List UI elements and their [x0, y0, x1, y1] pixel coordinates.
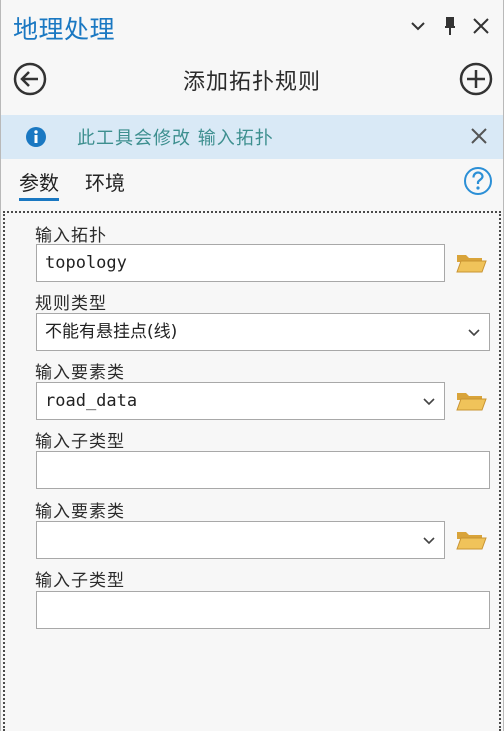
folder-browse-icon[interactable] — [455, 388, 487, 414]
input-subtype-field[interactable] — [36, 451, 490, 489]
pin-icon[interactable] — [437, 13, 463, 39]
tool-header: 添加拓扑规则 — [1, 56, 503, 114]
close-icon[interactable] — [468, 13, 494, 39]
banner-message: 此工具会修改 输入拓扑 — [77, 128, 274, 149]
input-feature-class-value: road_data — [45, 391, 138, 411]
rule-type-value: 不能有悬挂点(线) — [45, 322, 178, 342]
back-arrow-icon[interactable] — [13, 62, 47, 96]
param-label-rule-type: 规则类型 — [35, 294, 107, 314]
tool-title: 添加拓扑规则 — [182, 70, 321, 95]
pane-title-bar: 地理处理 — [1, 0, 503, 56]
chevron-down-icon — [423, 537, 435, 545]
geoprocessing-pane: 地理处理 添加拓扑规则 此工具会修改 输入拓扑 参数 环境 输入拓扑 topol… — [0, 0, 504, 731]
chevron-down-icon — [423, 398, 435, 406]
param-label-input-subtype-2: 输入子类型 — [35, 571, 125, 591]
folder-browse-icon[interactable] — [455, 250, 487, 276]
input-topology-value: topology — [45, 253, 127, 273]
plus-icon[interactable] — [459, 62, 493, 96]
folder-browse-icon[interactable] — [455, 527, 487, 553]
chevron-down-icon — [468, 329, 480, 337]
tab-parameters[interactable]: 参数 — [19, 167, 59, 201]
parameters-panel: 输入拓扑 topology 规则类型 不能有悬挂点(线) 输入要素类 road_… — [3, 211, 501, 731]
help-icon[interactable] — [463, 166, 493, 196]
param-label-input-subtype: 输入子类型 — [35, 432, 125, 452]
rule-type-select[interactable]: 不能有悬挂点(线) — [36, 313, 490, 351]
param-label-input-feature-class: 输入要素类 — [35, 363, 125, 383]
info-icon — [25, 126, 47, 148]
tab-environments[interactable]: 环境 — [85, 167, 125, 196]
input-subtype-field-2[interactable] — [36, 591, 490, 629]
input-topology-field[interactable]: topology — [36, 244, 445, 282]
pane-title: 地理处理 — [13, 15, 116, 44]
input-feature-class-select[interactable]: road_data — [36, 382, 445, 420]
chevron-down-icon[interactable] — [405, 13, 431, 39]
close-icon[interactable] — [469, 126, 491, 148]
tab-bar: 参数 环境 — [1, 162, 503, 208]
param-label-input-topology: 输入拓扑 — [35, 226, 107, 246]
input-feature-class-select-2[interactable] — [36, 521, 445, 559]
info-banner: 此工具会修改 输入拓扑 — [1, 115, 503, 159]
param-label-input-feature-class-2: 输入要素类 — [35, 502, 125, 522]
